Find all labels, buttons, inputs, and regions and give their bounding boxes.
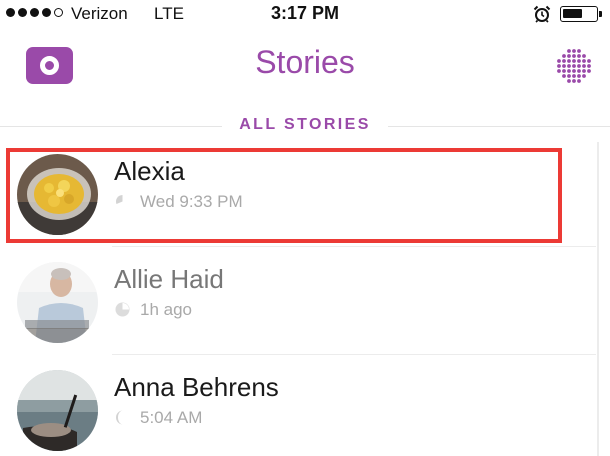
discover-dots-icon[interactable] [554, 46, 594, 86]
story-status-icon [115, 302, 130, 317]
row-divider [112, 354, 596, 355]
story-row-allie-haid[interactable]: Allie Haid 1h ago [0, 250, 596, 355]
story-row-anna-behrens[interactable]: Anna Behrens 5:04 AM [0, 358, 596, 456]
story-timestamp: 1h ago [140, 300, 192, 319]
avatar [17, 262, 98, 343]
story-name: Allie Haid [114, 264, 224, 294]
battery-icon [560, 6, 598, 22]
story-timestamp: 5:04 AM [140, 408, 203, 427]
story-name: Anna Behrens [114, 372, 279, 402]
story-status-icon [116, 410, 123, 425]
section-divider-right [388, 126, 610, 127]
status-bar: Verizon LTE 3:17 PM [0, 0, 610, 28]
scrollbar[interactable] [597, 142, 599, 456]
page-title: Stories [255, 44, 355, 80]
status-time: 3:17 PM [270, 3, 340, 23]
avatar [17, 370, 98, 451]
battery-cap [599, 11, 602, 17]
selection-highlight [6, 148, 562, 243]
row-divider [112, 246, 596, 247]
alarm-icon [533, 5, 551, 23]
section-title: ALL STORIES [239, 116, 371, 133]
